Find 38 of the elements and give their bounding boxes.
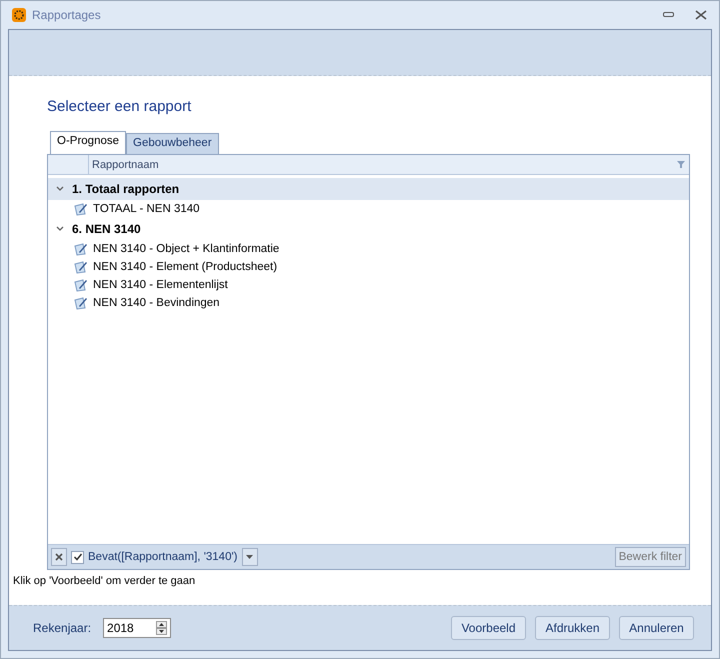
dialog-heading: Selecteer een rapport [47, 98, 192, 115]
report-icon [74, 296, 88, 310]
report-name[interactable]: NEN 3140 - Elementenlijst [93, 279, 228, 291]
report-icon [74, 260, 88, 274]
report-name[interactable]: NEN 3140 - Object + Klantinformatie [93, 243, 280, 255]
dialog-button[interactable]: Voorbeeld [451, 616, 526, 640]
app-logo-icon [12, 8, 26, 22]
report-name[interactable]: NEN 3140 - Element (Productsheet) [93, 261, 278, 273]
spin-down-icon[interactable] [156, 628, 168, 635]
edit-filter-button[interactable]: Bewerk filter [614, 547, 686, 567]
close-icon[interactable] [695, 10, 707, 20]
report-name[interactable]: NEN 3140 - Bevindingen [93, 297, 220, 309]
group-row[interactable]: 6. NEN 3140 [48, 218, 689, 240]
group-row[interactable]: 1. Totaal rapporten [48, 178, 689, 200]
window-title: Rapportages [32, 8, 101, 22]
chevron-icon[interactable] [56, 226, 64, 232]
report-name[interactable]: TOTAAL - NEN 3140 [93, 203, 200, 215]
filter-checkbox[interactable] [71, 550, 84, 564]
year-label: Rekenjaar: [33, 621, 92, 635]
caret-icon [246, 555, 253, 559]
year-spin-field[interactable]: 2018 [103, 618, 172, 638]
chevron-icon[interactable] [56, 186, 64, 192]
report-icon [74, 202, 88, 216]
filter-expression[interactable]: Bevat([Rapportnaam], '3140') [88, 551, 238, 563]
group-label: 6. NEN 3140 [72, 222, 141, 236]
hint-text: Klik op 'Voorbeeld' om verder te gaan [13, 575, 196, 587]
filter-dropdown-button[interactable] [242, 548, 258, 566]
dialog-button[interactable]: Annuleren [619, 616, 694, 640]
report-icon [74, 242, 88, 256]
group-label: 1. Totaal rapporten [72, 182, 180, 196]
dialog-button[interactable]: Afdrukken [535, 616, 610, 640]
tab[interactable]: O-Prognose [50, 131, 126, 154]
minimize-icon[interactable] [663, 12, 675, 18]
report-icon [74, 278, 88, 292]
clear-filter-button[interactable] [51, 548, 67, 566]
tab[interactable]: Gebouwbeheer [126, 133, 219, 154]
spin-up-icon[interactable] [156, 621, 168, 628]
close-icon[interactable] [55, 553, 63, 561]
